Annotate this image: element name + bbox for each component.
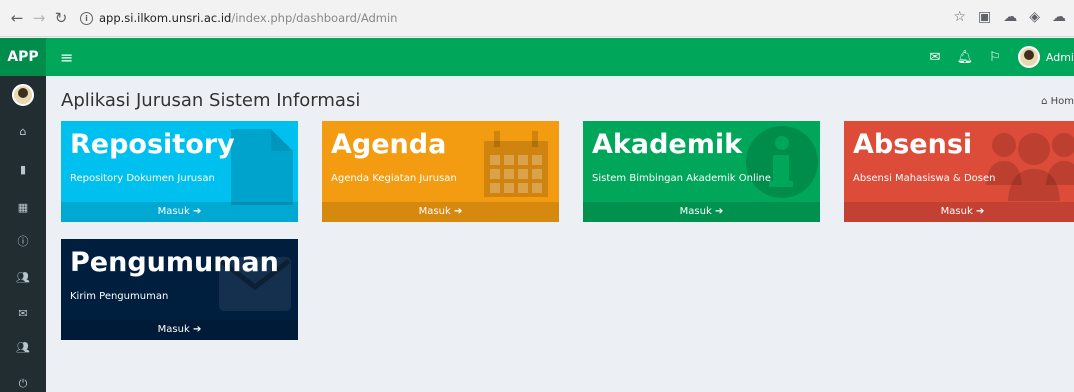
arrow-circle-right-icon: ➔ bbox=[192, 206, 202, 217]
bookmark-star-icon[interactable]: ☆ bbox=[953, 9, 966, 25]
card-footer-link[interactable]: Masuk ➔ bbox=[583, 202, 820, 222]
card-title: Akademik bbox=[592, 129, 743, 160]
info-icon[interactable]: ⓘ bbox=[0, 232, 46, 252]
card-title: Repository bbox=[70, 129, 235, 160]
extension-icon[interactable]: ☁ bbox=[1003, 9, 1017, 25]
card-footer-link[interactable]: Masuk ➔ bbox=[844, 202, 1074, 222]
arrow-circle-right-icon: ➔ bbox=[453, 206, 463, 217]
card-footer-link[interactable]: Masuk ➔ bbox=[61, 320, 298, 340]
card-title: Absensi bbox=[853, 129, 973, 160]
envelope-icon[interactable]: ✉ bbox=[0, 304, 46, 324]
breadcrumb[interactable]: ⌂ Hom bbox=[1041, 96, 1074, 107]
file-icon bbox=[231, 129, 293, 205]
arrow-circle-right-icon: ➔ bbox=[975, 206, 985, 217]
notifications-bell-icon[interactable]: 🔔︎ bbox=[950, 50, 980, 65]
browser-toolbar: ← → ↻ i app.si.ilkom.unsri.ac.id/index.p… bbox=[0, 0, 1074, 37]
extension-icon[interactable]: ▣ bbox=[978, 9, 991, 25]
url-host: app.si.ilkom.unsri.ac.id bbox=[99, 11, 232, 25]
absensi-card: Absensi Absensi Mahasiswa & Dosen Masuk … bbox=[844, 121, 1074, 222]
home-icon: ⌂ bbox=[1041, 96, 1051, 107]
card-description: Absensi Mahasiswa & Dosen bbox=[853, 173, 996, 184]
card-footer-link[interactable]: Masuk ➔ bbox=[61, 202, 298, 222]
arrow-circle-right-icon: ➔ bbox=[192, 324, 202, 335]
calendar-icon bbox=[484, 131, 548, 197]
info-icon bbox=[746, 126, 818, 198]
file-icon[interactable]: ▮ bbox=[0, 160, 46, 180]
card-title: Pengumuman bbox=[70, 247, 279, 278]
reload-icon[interactable]: ↻ bbox=[50, 7, 72, 29]
card-footer-link[interactable]: Masuk ➔ bbox=[322, 202, 559, 222]
calendar-icon[interactable]: ▦ bbox=[0, 198, 46, 218]
url-path: /index.php/dashboard/Admin bbox=[231, 11, 398, 25]
users-icon bbox=[986, 133, 1074, 201]
repository-card: Repository Repository Dokumen Jurusan Ma… bbox=[61, 121, 298, 222]
akademik-card: Akademik Sistem Bimbingan Akademik Onlin… bbox=[583, 121, 820, 222]
menu-toggle-icon[interactable]: ≡ bbox=[60, 48, 73, 67]
pengumuman-card: Pengumuman Kirim Pengumuman Masuk ➔ bbox=[61, 239, 298, 340]
flag-icon[interactable]: ⚐ bbox=[980, 50, 1010, 65]
sidebar: ⌂ ▮ ▦ ⓘ 👥︎ ✉ 👥︎ ⏻ bbox=[0, 76, 46, 392]
extension-icon[interactable]: ☁ bbox=[1052, 9, 1066, 25]
extension-icon[interactable]: ◈ bbox=[1029, 9, 1040, 25]
users-icon[interactable]: 👥︎ bbox=[0, 268, 46, 288]
card-description: Agenda Kegiatan Jurusan bbox=[331, 173, 457, 184]
app-header: APP ≡ ✉ 🔔︎ ⚐ Admi bbox=[0, 38, 1074, 76]
agenda-card: Agenda Agenda Kegiatan Jurusan Masuk ➔ bbox=[322, 121, 559, 222]
app-logo[interactable]: APP bbox=[0, 38, 46, 76]
forward-icon[interactable]: → bbox=[28, 7, 50, 29]
avatar bbox=[1017, 46, 1040, 68]
card-description: Kirim Pengumuman bbox=[70, 291, 169, 302]
card-description: Sistem Bimbingan Akademik Online bbox=[592, 173, 771, 184]
page-title: Aplikasi Jurusan Sistem Informasi bbox=[61, 90, 361, 111]
home-icon[interactable]: ⌂ bbox=[0, 122, 46, 142]
messages-icon[interactable]: ✉ bbox=[920, 50, 950, 65]
back-icon[interactable]: ← bbox=[6, 7, 28, 29]
power-icon[interactable]: ⏻ bbox=[0, 374, 46, 392]
arrow-circle-right-icon: ➔ bbox=[714, 206, 724, 217]
site-info-icon[interactable]: i bbox=[80, 11, 93, 25]
user-menu[interactable]: Admi bbox=[1017, 46, 1074, 68]
card-title: Agenda bbox=[331, 129, 447, 160]
sidebar-avatar bbox=[12, 84, 34, 106]
address-bar[interactable]: i app.si.ilkom.unsri.ac.id/index.php/das… bbox=[80, 6, 1010, 30]
users-icon[interactable]: 👥︎ bbox=[0, 338, 46, 358]
card-description: Repository Dokumen Jurusan bbox=[70, 173, 215, 184]
user-name: Admi bbox=[1045, 50, 1074, 64]
